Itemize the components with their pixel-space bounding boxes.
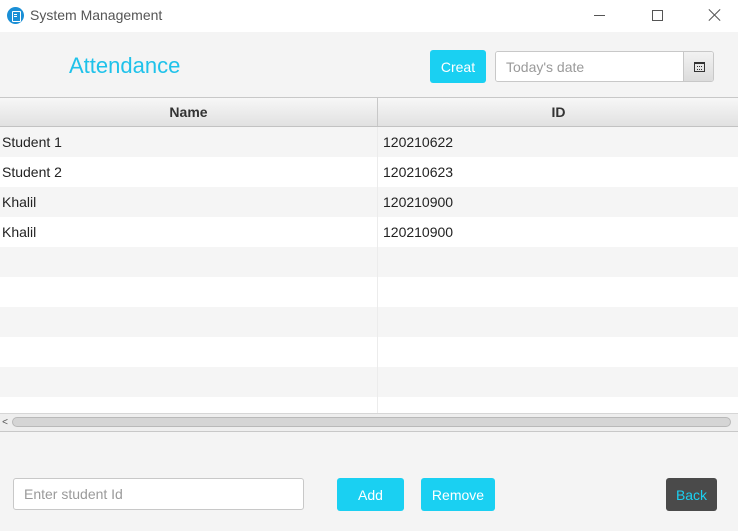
add-button[interactable]: Add: [337, 478, 404, 511]
cell-name: Student 1: [0, 127, 378, 157]
table-header: Name ID: [0, 98, 738, 127]
empty-cell: [0, 397, 378, 413]
column-header-name[interactable]: Name: [0, 98, 378, 126]
cell-id: 120210623: [383, 164, 454, 180]
empty-cell: [0, 367, 378, 397]
cell-name: Student 2: [0, 157, 378, 187]
horizontal-scrollbar[interactable]: <: [0, 413, 738, 431]
maximize-button[interactable]: [634, 0, 680, 30]
table-row[interactable]: Student 2 120210623: [0, 157, 738, 187]
cell-id: 120210900: [383, 224, 454, 240]
window-title: System Management: [30, 7, 163, 23]
remove-button[interactable]: Remove: [421, 478, 495, 511]
maximize-icon: [651, 9, 663, 21]
scrollbar-thumb[interactable]: [12, 417, 731, 427]
app-window: System Management Attendance Creat Name …: [0, 0, 738, 531]
empty-table-row: [0, 337, 738, 367]
empty-table-row: [0, 397, 738, 413]
title-bar: System Management: [0, 0, 738, 32]
empty-table-row: [0, 277, 738, 307]
calendar-button[interactable]: [683, 52, 713, 81]
empty-table-row: [0, 307, 738, 337]
scroll-left-arrow-icon[interactable]: <: [1, 417, 9, 428]
empty-table-row: [0, 367, 738, 397]
cell-id: 120210900: [383, 194, 454, 210]
attendance-table: Name ID Student 1 120210622 Student 2 12…: [0, 97, 738, 432]
column-header-id[interactable]: ID: [379, 98, 738, 126]
close-icon: [708, 8, 722, 22]
cell-id: 120210622: [383, 134, 454, 150]
table-row[interactable]: Student 1 120210622: [0, 127, 738, 157]
table-body: Student 1 120210622 Student 2 120210623 …: [0, 127, 738, 413]
calendar-icon: [693, 61, 705, 72]
empty-cell: [0, 247, 378, 277]
empty-cell: [0, 337, 378, 367]
close-button[interactable]: [692, 0, 738, 30]
back-button[interactable]: Back: [666, 478, 717, 511]
creat-button[interactable]: Creat: [430, 50, 486, 83]
student-id-input[interactable]: [13, 478, 304, 510]
empty-cell: [0, 277, 378, 307]
cell-name: Khalil: [0, 217, 378, 247]
minimize-icon: [593, 14, 605, 16]
date-picker[interactable]: [495, 51, 714, 82]
page-title: Attendance: [69, 53, 181, 78]
date-input[interactable]: [496, 52, 683, 81]
table-row[interactable]: Khalil 120210900: [0, 217, 738, 247]
empty-cell: [0, 307, 378, 337]
minimize-button[interactable]: [576, 0, 622, 30]
table-row[interactable]: Khalil 120210900: [0, 187, 738, 217]
empty-table-row: [0, 247, 738, 277]
cell-name: Khalil: [0, 187, 378, 217]
app-notebook-icon: [7, 7, 24, 24]
